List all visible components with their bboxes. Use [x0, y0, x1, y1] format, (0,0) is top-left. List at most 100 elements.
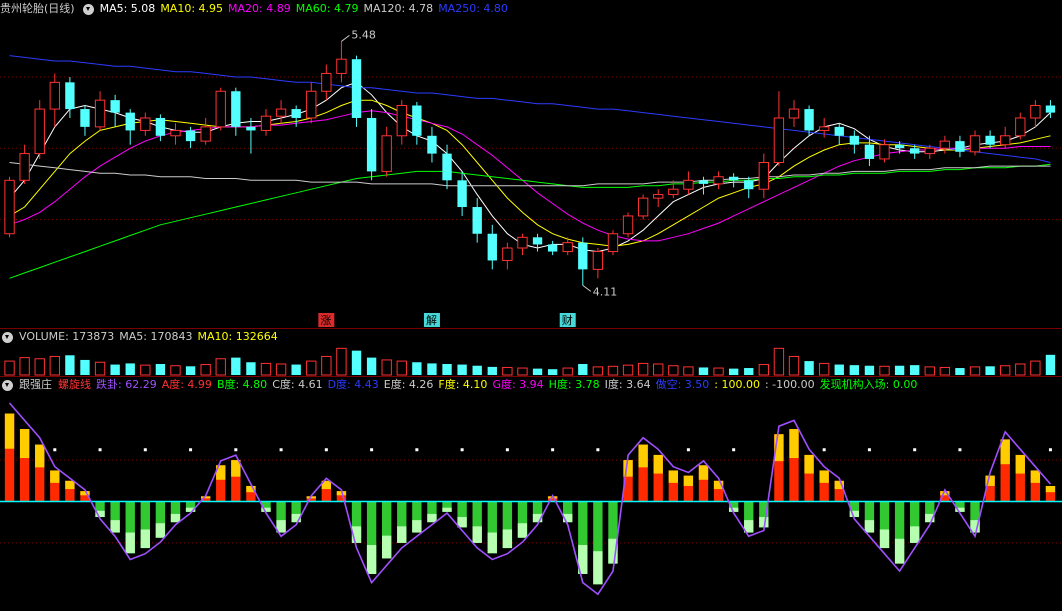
volume-bar — [879, 365, 890, 376]
candle-body — [955, 141, 965, 152]
volume-bar — [683, 366, 694, 376]
volume-bar — [231, 357, 241, 375]
volume-bar — [80, 359, 90, 375]
volume-bar — [698, 367, 709, 375]
indicator-bar-highlight — [1000, 439, 1010, 465]
candle-body — [366, 117, 377, 172]
volume-bar — [592, 366, 604, 376]
indicator-bar-highlight — [502, 529, 513, 549]
volume-bar — [321, 355, 332, 376]
indicator-bar-highlight — [125, 532, 135, 554]
candle-body — [1000, 135, 1011, 146]
candle-body — [472, 207, 482, 234]
candle-body — [155, 117, 166, 136]
indicator-bar-highlight — [472, 526, 482, 543]
volume-bar — [185, 366, 196, 375]
candle-body — [185, 130, 196, 142]
volume-bar — [125, 363, 135, 375]
indicator-bar-highlight — [1015, 454, 1025, 474]
candle-body — [849, 135, 860, 145]
candle-body — [381, 135, 392, 172]
volume-bar — [457, 364, 467, 375]
indicator-bar-highlight — [487, 532, 497, 554]
indicator-bar-highlight — [442, 507, 452, 512]
indicator-bar-highlight — [366, 544, 377, 574]
volume-bar — [306, 360, 317, 376]
candle-body — [351, 59, 362, 118]
candle-body — [532, 237, 543, 245]
candle-body — [321, 72, 332, 92]
candle-body — [336, 58, 347, 74]
candle-body — [728, 176, 739, 181]
candle-body — [969, 135, 981, 153]
indicator-bar-highlight — [140, 529, 150, 549]
volume-bar — [34, 358, 45, 376]
volume-bar — [985, 366, 995, 375]
candle-body — [275, 108, 287, 117]
volume-bar — [472, 365, 482, 375]
candle-body — [1030, 105, 1041, 119]
indicator-dot — [53, 448, 57, 452]
volume-bar — [49, 355, 60, 376]
indicator-bar-highlight — [427, 513, 437, 523]
indicator-bar-highlight — [517, 523, 528, 538]
candle-body — [804, 109, 814, 131]
volume-bar — [1030, 360, 1041, 376]
volume-bar — [246, 362, 256, 375]
indicator-bar-highlight — [155, 523, 166, 538]
indicator-dot — [234, 448, 238, 452]
candle-body — [1015, 117, 1026, 137]
candle-body — [517, 236, 528, 249]
candle-body — [653, 194, 664, 199]
candle-body — [200, 126, 211, 142]
volume-bar — [291, 364, 301, 375]
volume-bar — [758, 364, 770, 376]
volume-bar — [94, 361, 106, 376]
volume-bar — [200, 364, 211, 376]
candle-body — [291, 109, 301, 118]
candle-body — [894, 144, 905, 149]
candle-body — [80, 109, 90, 127]
candle-body — [306, 90, 317, 119]
volume-bar — [502, 366, 513, 376]
indicator-bar-highlight — [653, 454, 663, 474]
indicator-dot — [415, 448, 419, 452]
indicator-dot — [596, 448, 600, 452]
event-marker-label: 解 — [426, 313, 437, 327]
volume-bar — [637, 362, 649, 376]
indicator-dot — [822, 448, 826, 452]
indicator-bar-highlight — [638, 444, 648, 468]
volume-bar — [773, 347, 785, 376]
indicator-dot — [867, 448, 871, 452]
candle-body — [788, 108, 800, 119]
candle-body — [442, 153, 452, 181]
indicator-dot — [189, 448, 193, 452]
volume-bar — [894, 365, 905, 375]
indicator-dot — [98, 448, 102, 452]
indicator-dot — [279, 448, 283, 452]
candle-body — [396, 105, 407, 137]
indicator-bar-highlight — [412, 520, 422, 533]
indicator-bar-highlight — [804, 454, 814, 474]
indicator-bar-highlight — [50, 470, 60, 483]
candle-body — [457, 180, 467, 208]
candle-body — [818, 126, 830, 131]
candle-body — [412, 105, 422, 136]
candle-body — [215, 90, 226, 128]
candle-body — [698, 180, 709, 184]
volume-bar — [955, 368, 965, 375]
candle-body — [427, 135, 437, 154]
candle-body — [910, 148, 920, 154]
indicator-dot — [370, 448, 374, 452]
indicator-bar-highlight — [668, 470, 678, 483]
candle-body — [939, 140, 951, 149]
volume-bar — [170, 365, 181, 376]
candle-body — [246, 126, 256, 131]
volume-bar — [788, 355, 800, 376]
ma-line-ma60 — [9, 163, 1051, 279]
volume-bar — [924, 366, 935, 376]
volume-bar — [744, 368, 754, 375]
indicator-bar-highlight — [910, 526, 920, 543]
event-marker-label: 涨 — [320, 314, 331, 327]
candle-body — [622, 215, 634, 235]
